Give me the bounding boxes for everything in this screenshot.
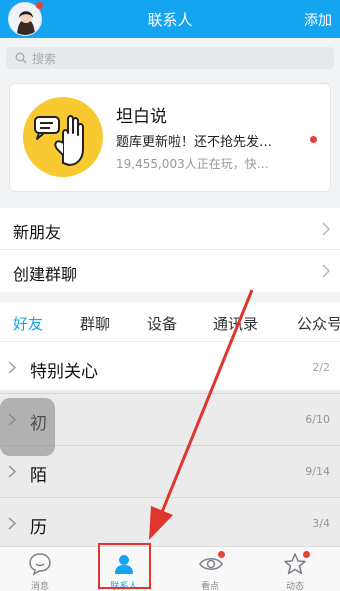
nav-feed[interactable]: 动态 (265, 547, 325, 591)
nav-label: 消息 (30, 582, 49, 591)
tab-address-book[interactable]: 通讯录 (213, 313, 258, 334)
new-friends-item[interactable]: 新朋友 (0, 208, 340, 250)
promo-title: 坦白说 (116, 107, 167, 127)
group-count: 3/4 (312, 517, 330, 530)
nav-label: 联系人 (110, 582, 138, 591)
group-count: 2/2 (312, 361, 330, 374)
chevron-right-icon (8, 517, 16, 530)
tab-friends[interactable]: 好友 (13, 313, 43, 334)
menu-label: 创建群聊 (13, 265, 78, 284)
bottom-navigation: 消息 联系人 看点 动态 (0, 546, 340, 591)
chat-bubble-icon (29, 553, 51, 576)
contact-menu: 新朋友 创建群聊 (0, 208, 340, 292)
contact-tabs: 好友 群聊 设备 通讯录 公众号 (0, 302, 340, 342)
promo-unread-dot (310, 136, 317, 143)
group-name: 陌 (30, 466, 47, 486)
nav-label: 看点 (200, 582, 219, 591)
confess-app-icon (23, 97, 103, 177)
promo-card[interactable]: 坦白说 题库更新啦！还不抢先发… 19,455,003人正在玩，快… (9, 83, 331, 192)
assistive-touch-button[interactable] (0, 398, 55, 456)
nav-watch[interactable]: 看点 (180, 547, 240, 591)
tab-devices[interactable]: 设备 (147, 313, 177, 334)
chevron-right-icon (322, 264, 330, 278)
promo-subtitle: 19,455,003人正在玩，快… (116, 157, 269, 171)
tab-groups[interactable]: 群聊 (80, 313, 110, 334)
nav-messages[interactable]: 消息 (10, 547, 70, 591)
create-group-item[interactable]: 创建群聊 (0, 250, 340, 292)
search-icon (15, 52, 27, 64)
chevron-right-icon (8, 361, 16, 374)
add-button[interactable]: 添加 (304, 10, 332, 30)
page-title: 联系人 (147, 11, 193, 29)
nav-badge-dot (218, 551, 225, 558)
menu-label: 新朋友 (13, 223, 62, 242)
nav-label: 动态 (285, 582, 304, 591)
friend-group-row[interactable]: 历 3/4 (0, 498, 340, 550)
search-input[interactable]: 搜索 (6, 47, 334, 69)
top-bar: 联系人 添加 (0, 0, 340, 38)
group-count: 9/14 (305, 465, 330, 478)
nav-contacts[interactable]: 联系人 (94, 547, 154, 591)
group-name: 特别关心 (30, 362, 98, 382)
chevron-right-icon (322, 222, 330, 236)
group-count: 6/10 (305, 413, 330, 426)
promo-description: 题库更新啦！还不抢先发… (116, 135, 273, 150)
person-icon (115, 555, 133, 574)
chevron-right-icon (8, 465, 16, 478)
search-placeholder: 搜索 (32, 52, 57, 66)
unread-dot (36, 2, 43, 9)
group-name: 历 (30, 518, 47, 538)
search-area: 搜索 (0, 38, 340, 76)
tab-official-accounts[interactable]: 公众号 (297, 313, 340, 334)
nav-badge-dot (303, 551, 310, 558)
friend-group-row[interactable]: 特别关心 2/2 (0, 342, 340, 394)
